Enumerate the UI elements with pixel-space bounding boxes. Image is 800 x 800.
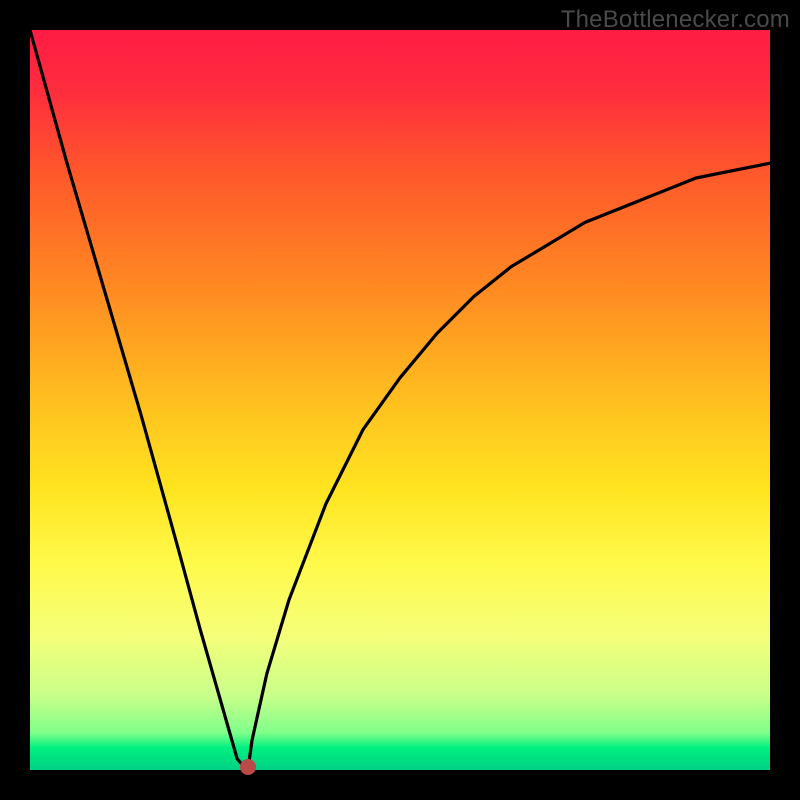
bottleneck-curve <box>30 30 770 770</box>
outer-frame: TheBottlenecker.com <box>0 0 800 800</box>
plot-area <box>30 30 770 770</box>
optimum-marker <box>240 759 256 775</box>
